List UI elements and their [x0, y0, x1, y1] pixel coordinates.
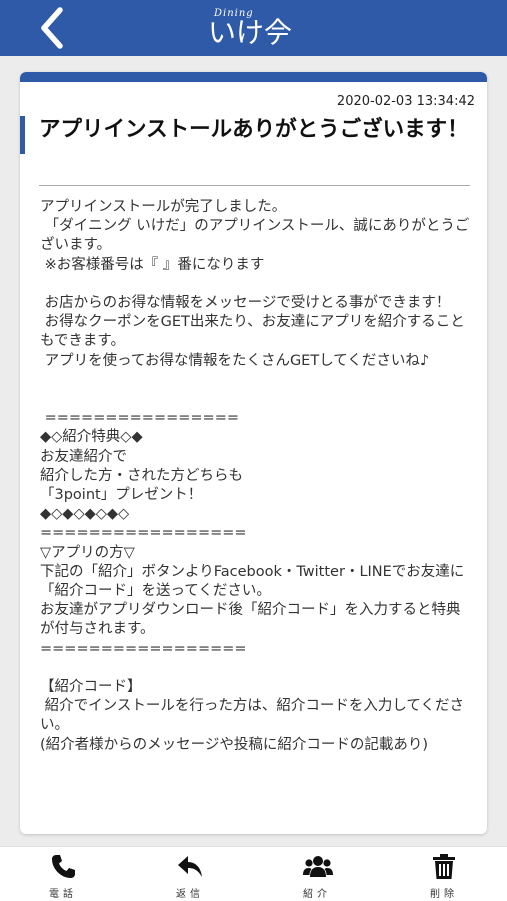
share-label: 紹介 [303, 889, 331, 900]
reply-icon [178, 856, 202, 877]
logo-text: いけ𫝆 [208, 16, 293, 49]
message-title: アプリインストールありがとうございます！ [39, 117, 469, 142]
message-card: 2020-02-03 13:34:42 アプリインストールありがとうございます！… [20, 72, 487, 834]
chevron-left-icon [41, 7, 63, 49]
users-icon [303, 856, 333, 877]
message-timestamp: 2020-02-03 13:34:42 [336, 94, 475, 109]
title-accent-bar [20, 116, 25, 154]
message-body: アプリインストールが完了しました。 「ダイニング いけだ」のアプリインストール、… [40, 199, 470, 753]
reply-label: 返信 [176, 889, 204, 900]
brand-logo: Dining いけ𫝆 [200, 4, 310, 52]
trash-icon [433, 854, 455, 879]
app-header: Dining いけ𫝆 [0, 0, 507, 56]
footer-toolbar: 電話 返信 紹介 削除 [0, 846, 507, 901]
title-divider [39, 185, 470, 186]
call-label: 電話 [49, 889, 77, 900]
delete-label: 削除 [430, 889, 458, 900]
reply-button[interactable]: 返信 [127, 847, 253, 901]
delete-button[interactable]: 削除 [381, 847, 507, 901]
call-button[interactable]: 電話 [0, 847, 126, 901]
phone-icon [52, 855, 75, 878]
back-button[interactable] [28, 6, 78, 50]
share-button[interactable]: 紹介 [254, 847, 380, 901]
card-top-bar [20, 72, 487, 82]
